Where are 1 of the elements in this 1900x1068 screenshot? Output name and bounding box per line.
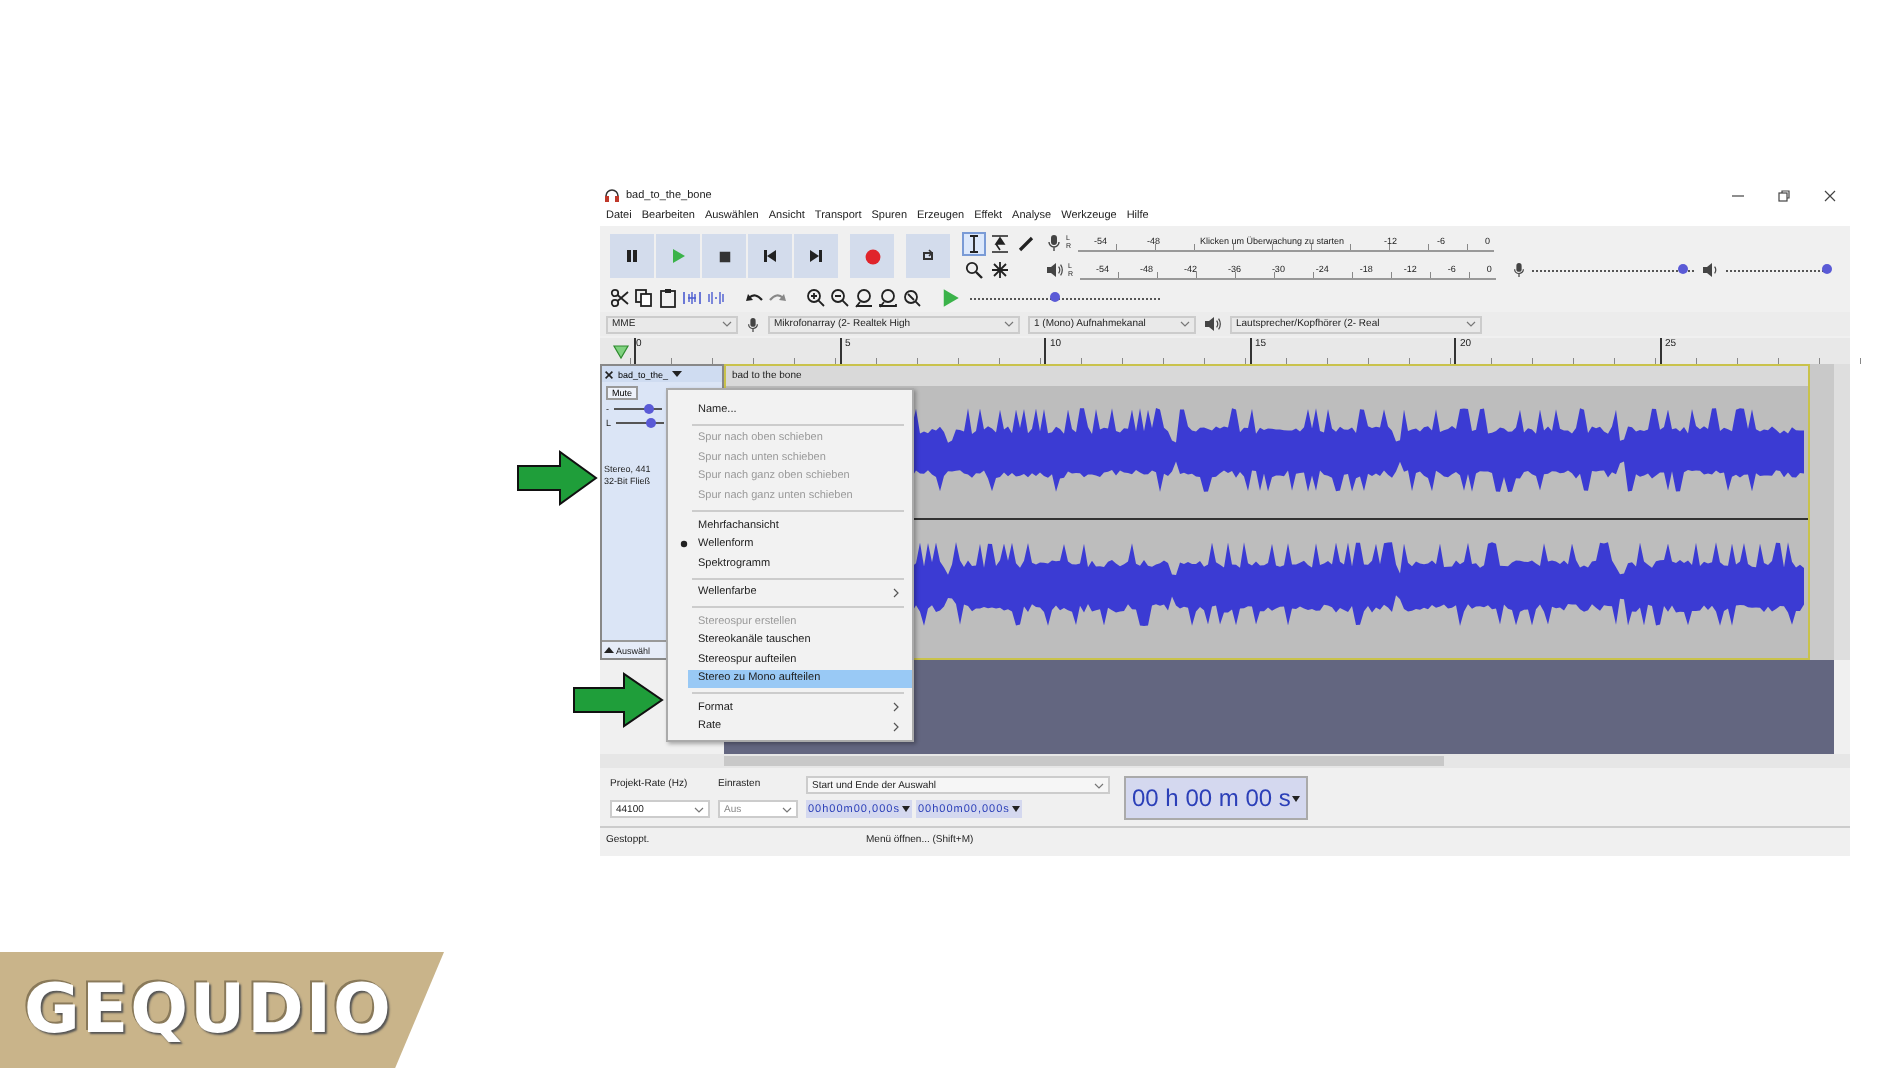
logo-text: GEQUDIO (24, 970, 393, 1050)
